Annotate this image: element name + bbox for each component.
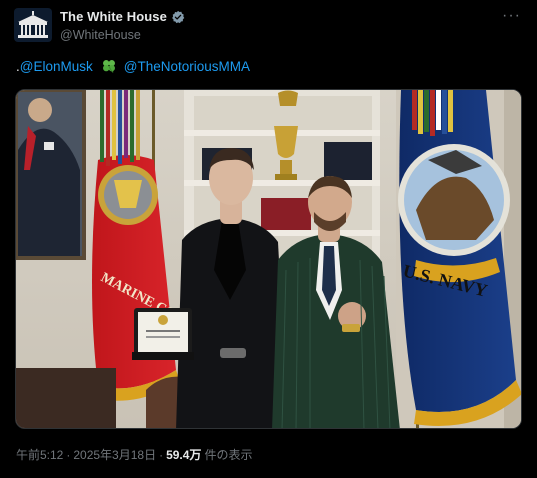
tweet-time[interactable]: 午前5:12 <box>16 446 63 463</box>
tweet-text: .@ElonMusk @TheNotoriousMMA <box>16 59 250 74</box>
more-options-icon[interactable]: ··· <box>502 8 521 24</box>
meta-separator-2: · <box>159 447 164 462</box>
four-leaf-clover-icon <box>102 60 115 73</box>
views-label: 件の表示 <box>204 448 253 462</box>
tweet-meta: 午前5:12 · 2025年3月18日 · 59.4万 件の表示 <box>16 446 252 463</box>
mention-elonmusk-link[interactable]: @ElonMusk <box>20 59 93 74</box>
account-handle[interactable]: @WhiteHouse <box>60 28 141 42</box>
tweet: The White House @WhiteHouse ··· .@ElonMu… <box>0 0 537 478</box>
meta-separator: · <box>66 447 71 462</box>
avatar[interactable] <box>14 8 52 42</box>
verified-badge-icon <box>172 10 185 23</box>
white-house-logo-icon <box>14 8 52 42</box>
tweet-photo[interactable]: MARINE CORPS U.S. NAVY <box>15 89 522 429</box>
views-count: 59.4万 <box>166 448 202 462</box>
tweet-date[interactable]: 2025年3月18日 <box>73 446 156 463</box>
photo-illustration: MARINE CORPS U.S. NAVY <box>16 90 521 428</box>
account-name[interactable]: The White House <box>60 9 167 24</box>
mention-thenotoriousmma-link[interactable]: @TheNotoriousMMA <box>124 59 250 74</box>
